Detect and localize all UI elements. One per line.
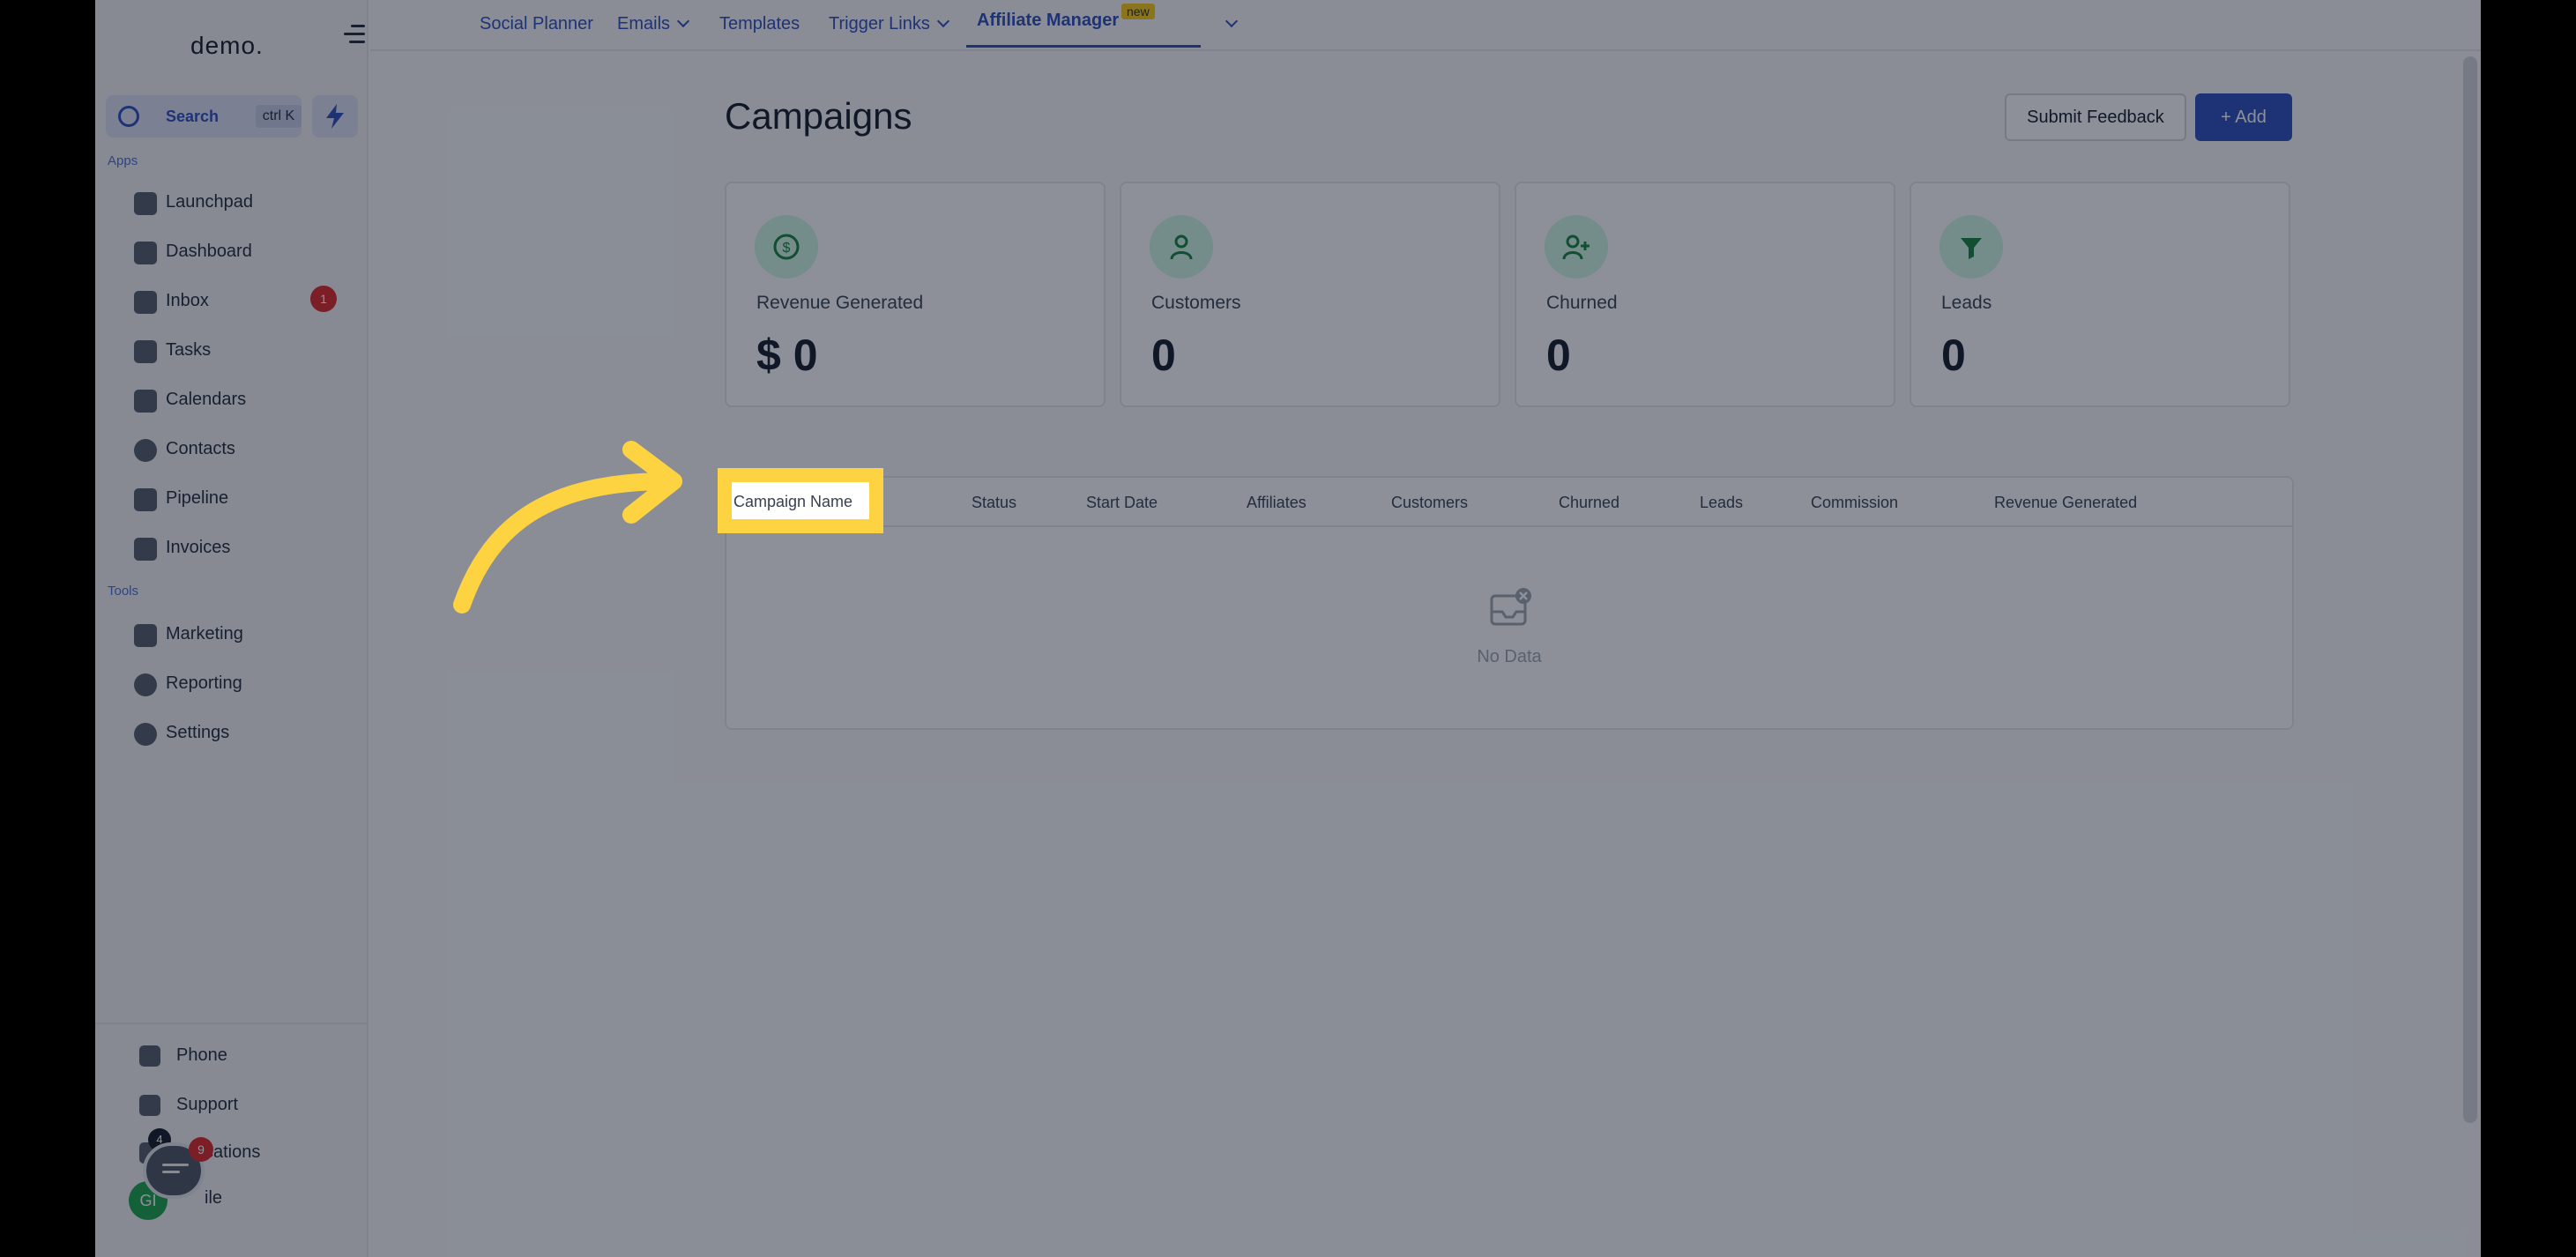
app-frame: demo. Search ctrl K Apps Launchpad Dashb… <box>95 0 2481 1257</box>
tour-overlay <box>95 0 2481 1257</box>
highlight-label: Campaign Name <box>733 493 853 510</box>
highlighted-column-campaign-name[interactable]: Campaign Name <box>718 468 883 533</box>
pointer-arrow-icon <box>453 441 682 614</box>
